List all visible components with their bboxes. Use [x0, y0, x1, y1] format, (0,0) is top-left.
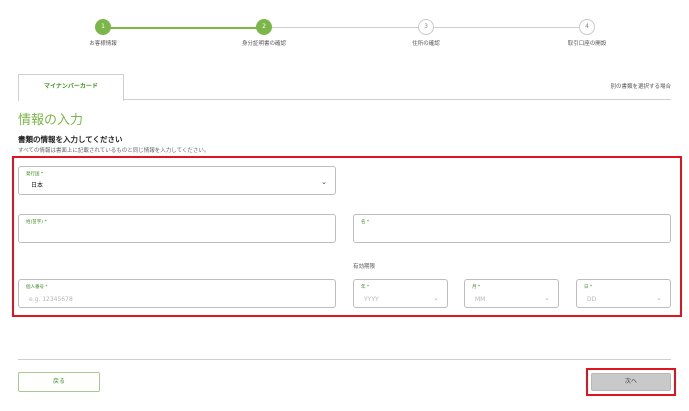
expiry-month-placeholder: MM [475, 296, 486, 303]
step-1-indicator: 1 [95, 19, 111, 35]
step-1-label: お客様情報 [89, 41, 117, 47]
surname-label: 姓(苗字) * [26, 220, 47, 225]
chevron-down-icon: ⌄ [433, 294, 439, 302]
step-2-label: 身分証明書の確認 [241, 41, 286, 47]
expiry-year-select[interactable]: 年 * YYYY ⌄ [353, 279, 448, 308]
form-description: すべての情報は書面上に記載されているものと同じ情報を入力してください。 [18, 148, 210, 154]
expiry-day-placeholder: DD [587, 296, 597, 303]
next-button[interactable]: 次へ [591, 373, 671, 391]
issuing-country-label: 発行国 * [26, 172, 44, 177]
surname-field[interactable]: 姓(苗字) * [18, 214, 336, 243]
page-title: 情報の入力 [18, 113, 84, 128]
footer-divider [18, 359, 671, 360]
step-4-label: 取引口座の開設 [567, 41, 607, 47]
expiry-date-label: 有効期限 [353, 264, 376, 270]
personal-number-field[interactable]: 個人番号 * e.g. 12345678 [18, 279, 336, 308]
issuing-country-select[interactable]: 発行国 * 日本 ⌄ [18, 166, 336, 195]
step-connector-1 [110, 27, 257, 29]
progress-stepper: 1 お客様情報 2 身分証明書の確認 3 住所の確認 4 取引口座の開設 [0, 0, 689, 60]
form-heading: 書類の情報を入力してください [18, 135, 123, 144]
expiry-month-label: 月 * [472, 285, 481, 290]
expiry-year-label: 年 * [361, 285, 370, 290]
issuing-country-value: 日本 [31, 182, 44, 189]
chevron-down-icon: ⌄ [321, 178, 327, 186]
expiry-month-select[interactable]: 月 * MM ⌄ [464, 279, 559, 308]
step-3-label: 住所の確認 [412, 41, 440, 47]
chevron-down-icon: ⌄ [544, 294, 550, 302]
personal-number-label: 個人番号 * [26, 285, 48, 290]
personal-number-placeholder: e.g. 12345678 [29, 296, 73, 303]
chevron-down-icon: ⌄ [656, 294, 662, 302]
step-connector-3 [433, 27, 580, 28]
given-name-label: 名 * [361, 220, 370, 225]
tab-my-number-card[interactable]: マイナンバーカード [18, 74, 124, 101]
step-3-indicator: 3 [418, 19, 434, 35]
back-button[interactable]: 戻る [18, 372, 100, 392]
expiry-year-placeholder: YYYY [364, 296, 379, 303]
expiry-day-select[interactable]: 日 * DD ⌄ [576, 279, 671, 308]
step-2-indicator: 2 [256, 19, 272, 35]
step-4-indicator: 4 [579, 19, 595, 35]
expiry-day-label: 日 * [584, 285, 593, 290]
given-name-field[interactable]: 名 * [353, 214, 671, 243]
select-other-document-link[interactable]: 別の書類を選択する場合 [610, 82, 671, 90]
tab-divider [124, 99, 671, 100]
step-connector-2 [271, 27, 419, 28]
